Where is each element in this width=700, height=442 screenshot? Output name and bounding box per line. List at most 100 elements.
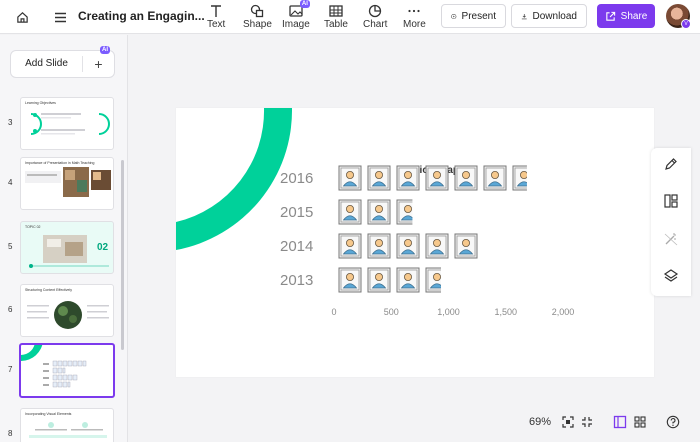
zoom-level[interactable]: 69% [529, 416, 551, 428]
download-button[interactable]: Download [511, 4, 587, 28]
person-icon [338, 233, 362, 259]
add-slide-control: Add Slide + AI [10, 46, 115, 78]
shape-tool-label: Shape [243, 19, 272, 30]
help-icon[interactable] [666, 415, 680, 429]
play-icon [451, 13, 457, 19]
slide-number: 7 [8, 365, 13, 374]
slide-thumbnail[interactable]: Structuring Content Effectively [20, 284, 114, 337]
table-tool-label: Table [324, 19, 348, 30]
slide-4-preview [25, 167, 111, 197]
slide-7-preview [21, 345, 87, 388]
person-icon [396, 165, 420, 191]
x-tick-label: 1,500 [494, 307, 517, 317]
pen-icon[interactable] [663, 156, 679, 172]
download-icon [521, 13, 527, 19]
person-icon [338, 165, 362, 191]
slide-thumbnail-row-active[interactable]: 7 [0, 343, 128, 398]
more-tool-button[interactable]: More [403, 3, 426, 30]
slide-thumbnail-row[interactable]: 4 Importance of Presentation in Math Tea… [0, 157, 128, 211]
slide-number: 3 [8, 118, 13, 127]
person-icon [338, 267, 362, 293]
home-icon [16, 11, 28, 23]
category-label: 2013 [280, 272, 313, 289]
person-icon [396, 267, 420, 293]
slide-thumbnail[interactable]: Learning Objectives [20, 97, 114, 150]
add-slide-ai-badge: AI [100, 46, 110, 54]
person-icon [396, 199, 413, 225]
decorative-arc [176, 108, 293, 250]
sidebar-scrollbar[interactable] [121, 160, 124, 350]
right-tool-panel [651, 148, 691, 296]
layers-icon[interactable] [663, 268, 679, 284]
category-label: 2014 [280, 238, 313, 255]
person-icon [512, 165, 527, 191]
share-button[interactable]: Share [597, 4, 655, 28]
slide-number: 6 [8, 305, 13, 314]
slide-8-preview [29, 422, 107, 438]
image-tool-button[interactable]: AI Image [282, 0, 310, 30]
person-icon [338, 199, 362, 225]
text-tool-label: Text [207, 19, 226, 30]
shape-tool-button[interactable]: Shape [243, 3, 272, 30]
x-tick-label: 500 [384, 307, 399, 317]
person-icon [367, 165, 391, 191]
slide-number: 8 [8, 429, 13, 438]
present-label: Present [461, 10, 496, 22]
download-label: Download [532, 10, 577, 22]
category-label: 2015 [280, 204, 313, 221]
slide-thumbnail-active[interactable] [19, 343, 115, 398]
collapse-screen-icon[interactable] [580, 415, 594, 429]
person-icon [425, 267, 442, 293]
x-tick-label: 0 [331, 307, 336, 317]
document-title[interactable]: Creating an Engagin... [78, 9, 205, 23]
slide-6-preview [27, 301, 109, 329]
share-icon [605, 11, 615, 21]
person-icon [483, 165, 507, 191]
premium-badge-icon: V [681, 19, 691, 29]
slide-thumbnail[interactable]: Incorporating Visual Elements [20, 408, 114, 442]
hamburger-icon [54, 12, 66, 22]
add-slide-plus-icon[interactable]: + [83, 56, 114, 72]
slide-thumbnail[interactable]: Importance of Presentation in Math Teach… [20, 157, 114, 210]
x-tick-label: 1,000 [437, 307, 460, 317]
person-icon [367, 199, 391, 225]
slide-thumbnail-row[interactable]: 6 Structuring Content Effectively [0, 284, 128, 338]
share-label: Share [620, 10, 648, 22]
home-button[interactable] [10, 5, 34, 29]
fit-screen-icon[interactable] [561, 415, 575, 429]
grid-view-icon[interactable] [633, 415, 647, 429]
slide-thumbnail-row[interactable]: 8 Incorporating Visual Elements [0, 408, 128, 442]
slide-thumbnail-row[interactable]: 5 TOPIC 02 02 [0, 221, 128, 275]
image-ai-badge: AI [299, 0, 310, 8]
pictograph-row [338, 199, 413, 225]
single-view-icon[interactable] [613, 415, 627, 429]
chart-tool-button[interactable]: Chart [363, 3, 387, 30]
slide-number: 4 [8, 178, 13, 187]
present-button[interactable]: Present [441, 4, 506, 28]
slide-thumbnail[interactable]: TOPIC 02 02 [20, 221, 114, 274]
pictograph-row [338, 165, 527, 191]
table-tool-button[interactable]: Table [324, 3, 348, 30]
person-icon [367, 267, 391, 293]
top-toolbar: Creating an Engagin... Text Shape AI Ima… [0, 0, 700, 34]
person-icon [367, 233, 391, 259]
more-icon [408, 9, 420, 13]
slide-canvas[interactable]: Pictograph 2016201520142013 05001,0001,5… [176, 108, 654, 377]
menu-button[interactable] [50, 5, 70, 29]
text-tool-button[interactable]: Text [207, 3, 225, 30]
add-slide-button[interactable]: Add Slide [11, 56, 83, 72]
magic-wand-icon[interactable] [663, 231, 679, 247]
pictograph-row [338, 233, 478, 259]
person-icon [425, 165, 449, 191]
chart-tool-label: Chart [363, 19, 388, 30]
person-icon [425, 233, 449, 259]
person-icon [396, 233, 420, 259]
text-icon [211, 5, 222, 17]
category-label: 2016 [280, 170, 313, 187]
slide-thumbnail-row[interactable]: 3 Learning Objectives [0, 97, 128, 151]
pictograph-chart[interactable]: Pictograph 2016201520142013 05001,0001,5… [176, 108, 654, 377]
x-tick-label: 2,000 [552, 307, 575, 317]
layout-icon[interactable] [663, 193, 679, 209]
chart-icon [369, 4, 382, 18]
shape-icon [251, 4, 264, 18]
